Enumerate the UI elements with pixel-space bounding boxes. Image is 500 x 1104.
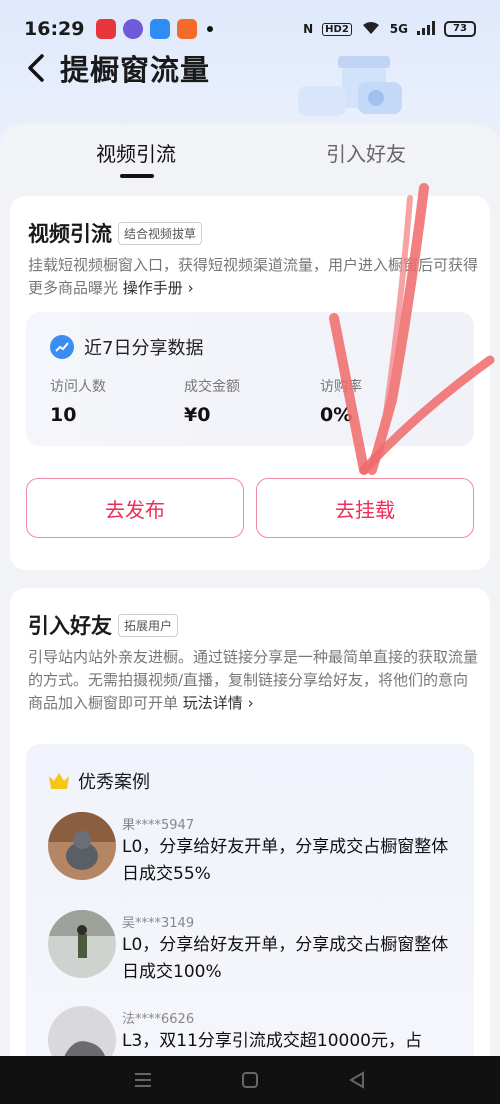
stat-label: 访购率 xyxy=(320,379,362,395)
back-arrow-icon[interactable] xyxy=(16,48,56,88)
notification-dot-icon xyxy=(207,26,214,32)
crown-icon xyxy=(48,772,70,790)
tab-friends[interactable]: 引入好友 xyxy=(326,138,406,168)
video-card-title: 视频引流 xyxy=(28,222,112,246)
status-time: 16:29 xyxy=(24,18,85,40)
storefront-illustration-icon xyxy=(298,56,408,122)
video-traffic-card: 视频引流 结合视频拔草 挂载短视频橱窗入口，获得短视频渠道流量，用户进入橱窗后可… xyxy=(10,196,490,570)
nfc-icon: N xyxy=(303,22,314,36)
friends-card-description: 引导站内站外亲友进橱。通过链接分享是一种最简单直接的获取流量的方式。无需拍摄视频… xyxy=(28,646,478,715)
trend-up-icon xyxy=(50,335,74,359)
manual-link-label: 操作手册 xyxy=(122,279,183,297)
page-header: 提橱窗流量 xyxy=(0,38,500,98)
page-title: 提橱窗流量 xyxy=(60,53,211,87)
tab-bar: 视频引流 引入好友 xyxy=(0,124,500,188)
avatar xyxy=(48,910,116,978)
cases-title: 优秀案例 xyxy=(78,772,150,793)
stat-label: 成交金额 xyxy=(184,379,240,395)
home-icon[interactable] xyxy=(238,1068,262,1092)
case-text: L0，分享给好友开单，分享成交占橱窗整体日成交55% xyxy=(122,837,449,884)
chevron-right-icon: › xyxy=(187,279,194,297)
stat-value: 0% xyxy=(320,404,353,426)
case-user: 果****5947 xyxy=(122,818,195,833)
case-text: L0，分享给好友开单，分享成交占橱窗整体日成交100% xyxy=(122,935,449,982)
menu-icon[interactable] xyxy=(131,1068,155,1092)
stat-visitors: 访问人数 10 xyxy=(50,376,106,426)
mount-button[interactable]: 去挂载 xyxy=(256,478,474,538)
cloud-app-icon xyxy=(150,19,171,39)
avatar xyxy=(48,812,116,880)
cases-panel: 优秀案例 果****5947 L0，分享给好友开单，分享成交占橱窗整体日成交55… xyxy=(26,744,474,1104)
video-card-description: 挂载短视频橱窗入口，获得短视频渠道流量，用户进入橱窗后可获得更多商品曝光 操作手… xyxy=(28,254,478,300)
stat-conversion-rate: 访购率 0% xyxy=(320,376,362,426)
invite-friends-card: 引入好友 拓展用户 引导站内站外亲友进橱。通过链接分享是一种最简单直接的获取流量… xyxy=(10,588,490,1104)
case-text: L3，双11分享引流成交超10000元，占 xyxy=(122,1031,422,1051)
main-panel: 视频引流 引入好友 视频引流 结合视频拔草 挂载短视频橱窗入口，获得短视频渠道流… xyxy=(0,124,500,1104)
stat-label: 访问人数 xyxy=(50,379,106,395)
detail-link[interactable]: 玩法详情 › xyxy=(183,694,254,712)
detail-link-label: 玩法详情 xyxy=(182,694,243,712)
circle-app-icon xyxy=(123,19,144,39)
stat-value: 10 xyxy=(50,404,77,426)
network-indicator: 5G xyxy=(389,22,408,36)
case-user: 吴****3149 xyxy=(122,916,195,931)
battery-indicator: 73 xyxy=(444,21,476,37)
stat-value: ¥0 xyxy=(184,404,211,426)
manual-link[interactable]: 操作手册 › xyxy=(123,279,194,297)
video-card-desc-text: 挂载短视频橱窗入口，获得短视频渠道流量，用户进入橱窗后可获得更多商品曝光 xyxy=(28,256,479,297)
friends-card-title: 引入好友 xyxy=(28,614,112,638)
wifi-icon xyxy=(361,20,381,39)
case-user: 法****6626 xyxy=(122,1012,195,1027)
active-tab-indicator xyxy=(120,174,154,178)
store-app-icon xyxy=(177,19,198,39)
tab-video[interactable]: 视频引流 xyxy=(96,138,176,168)
system-nav-bar xyxy=(0,1056,500,1104)
share-stats-panel: 近7日分享数据 访问人数 10 成交金额 ¥0 访购率 0% xyxy=(26,312,474,446)
publish-button[interactable]: 去发布 xyxy=(26,478,244,538)
hd-indicator: HD2 xyxy=(322,22,352,36)
friends-card-tag: 拓展用户 xyxy=(118,613,179,637)
taobao-app-icon xyxy=(96,19,117,39)
chevron-right-icon: › xyxy=(247,694,254,712)
video-card-tag: 结合视频拔草 xyxy=(118,221,203,245)
stats-title: 近7日分享数据 xyxy=(84,338,204,359)
signal-icon xyxy=(417,20,435,38)
back-triangle-icon[interactable] xyxy=(345,1068,369,1092)
stat-sales-amount: 成交金额 ¥0 xyxy=(184,376,240,426)
